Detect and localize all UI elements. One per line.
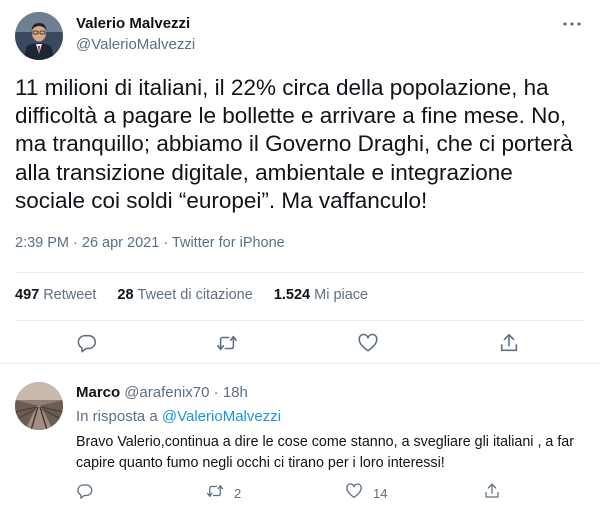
- divider: [15, 320, 585, 321]
- reply-retweets-count: 2: [234, 486, 242, 501]
- heart-icon[interactable]: [357, 332, 381, 356]
- reply-to-line: In risposta a @ValerioMalvezzi: [76, 408, 281, 425]
- reply-reply-button[interactable]: [76, 482, 94, 505]
- retweets-stat[interactable]: 497 Retweet: [15, 287, 96, 303]
- reply-time[interactable]: 18h: [223, 384, 248, 401]
- reply-likes-count: 14: [373, 486, 388, 501]
- author-avatar[interactable]: [15, 12, 63, 60]
- share-icon: [483, 482, 501, 505]
- reply-like-button[interactable]: 14: [345, 482, 387, 505]
- reply-icon: [76, 482, 94, 505]
- tweet-meta: 2:39 PM · 26 apr 2021 · Twitter for iPho…: [15, 235, 285, 251]
- tweet-stats: 497 Retweet 28 Tweet di citazione 1.524 …: [15, 287, 389, 303]
- reply-to-label: In risposta a: [76, 408, 158, 425]
- reply-actions: 2 14: [0, 482, 600, 504]
- reply-to-mention[interactable]: @ValerioMalvezzi: [162, 408, 281, 425]
- meta-separator: ·: [159, 235, 172, 251]
- reply-author-handle[interactable]: @arafenix70: [124, 384, 209, 401]
- tweet-text: 11 milioni di italiani, il 22% circa del…: [15, 75, 573, 213]
- quotes-stat[interactable]: 28 Tweet di citazione: [117, 287, 252, 303]
- share-icon[interactable]: [498, 332, 522, 356]
- main-tweet: Valerio Malvezzi @ValerioMalvezzi 11 mil…: [0, 0, 600, 364]
- tweet-actions: [0, 332, 600, 360]
- retweets-label: Retweet: [43, 287, 97, 303]
- reply-text: Bravo Valerio,continua a dire le cose co…: [76, 434, 575, 471]
- author-handle[interactable]: @ValerioMalvezzi: [76, 36, 195, 53]
- likes-count: 1.524: [273, 287, 311, 303]
- tweet-source[interactable]: Twitter for iPhone: [172, 235, 285, 251]
- meta-separator: ·: [69, 235, 82, 251]
- likes-label: Mi piace: [314, 287, 369, 303]
- retweet-icon[interactable]: [216, 332, 240, 356]
- reply-author-name[interactable]: Marco: [76, 384, 120, 401]
- heart-icon: [345, 482, 363, 505]
- retweets-count: 497: [15, 287, 40, 303]
- reply-retweet-button[interactable]: 2: [206, 482, 241, 505]
- reply-avatar[interactable]: [15, 382, 63, 430]
- tweet-date[interactable]: 26 apr 2021: [82, 235, 159, 251]
- reply-share-button[interactable]: [483, 482, 501, 505]
- quotes-count: 28: [117, 287, 134, 303]
- retweet-icon: [206, 482, 224, 505]
- reply-header: Marco @arafenix70 · 18h: [76, 384, 248, 401]
- tweet-time[interactable]: 2:39 PM: [15, 235, 69, 251]
- likes-stat[interactable]: 1.524 Mi piace: [274, 287, 368, 303]
- quotes-label: Tweet di citazione: [137, 287, 253, 303]
- reply-tweet: Marco @arafenix70 · 18h In risposta a @Va…: [0, 372, 600, 508]
- reply-separator: ·: [209, 384, 223, 401]
- divider: [15, 272, 585, 273]
- more-icon[interactable]: [562, 14, 582, 34]
- author-name[interactable]: Valerio Malvezzi: [76, 15, 190, 32]
- reply-icon[interactable]: [76, 332, 100, 356]
